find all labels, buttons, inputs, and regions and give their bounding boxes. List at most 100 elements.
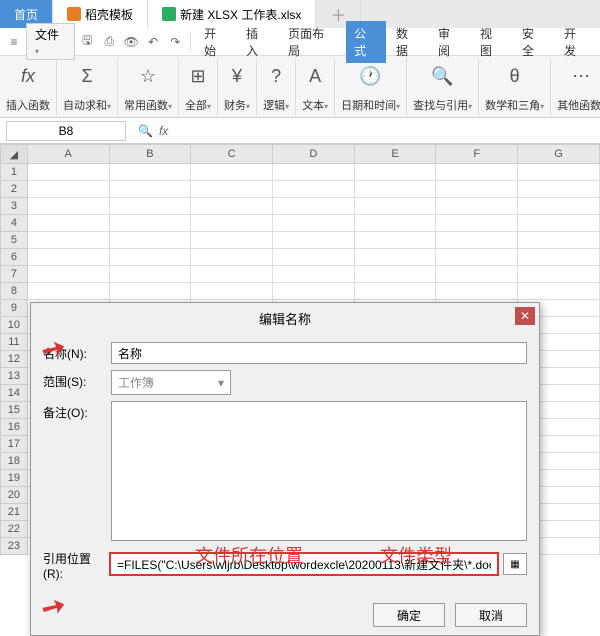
- select-all-corner[interactable]: ◢: [1, 145, 28, 164]
- row-header[interactable]: 19: [1, 470, 28, 487]
- col-header[interactable]: D: [272, 145, 354, 164]
- row-header[interactable]: 23: [1, 538, 28, 555]
- save-icon[interactable]: 🖫: [77, 32, 97, 52]
- ribbon-math[interactable]: θ数学和三角▾: [479, 58, 551, 115]
- name-label: 名称(N):: [43, 342, 105, 362]
- magnify-icon[interactable]: 🔍: [138, 124, 153, 138]
- ribbon-lookup[interactable]: 🔍查找与引用▾: [407, 58, 479, 115]
- formula-bar: 🔍 fx: [0, 118, 600, 144]
- menu-security[interactable]: 安全: [514, 21, 554, 63]
- menu-data[interactable]: 数据: [388, 21, 428, 63]
- menu-review[interactable]: 审阅: [430, 21, 470, 63]
- row-header[interactable]: 1: [1, 164, 28, 181]
- row-header[interactable]: 5: [1, 232, 28, 249]
- name-input[interactable]: [111, 342, 527, 364]
- app-menu-icon[interactable]: ≡: [4, 32, 24, 52]
- tab-template-label: 稻壳模板: [85, 6, 133, 23]
- menu-dev[interactable]: 开发: [556, 21, 596, 63]
- ribbon-logic[interactable]: ?逻辑▾: [257, 58, 296, 115]
- search-icon: 🔍: [431, 60, 453, 92]
- ribbon: fx插入函数 Σ自动求和▾ ☆常用函数▾ ⊞全部▾ ¥财务▾ ?逻辑▾ A文本▾…: [0, 56, 600, 118]
- ref-label: 引用位置(R):: [43, 547, 105, 581]
- row-header[interactable]: 4: [1, 215, 28, 232]
- star-icon: ☆: [140, 60, 156, 92]
- spreadsheet-icon: [162, 7, 176, 21]
- menu-view[interactable]: 视图: [472, 21, 512, 63]
- row-header[interactable]: 7: [1, 266, 28, 283]
- row-header[interactable]: 2: [1, 181, 28, 198]
- edit-name-dialog: 编辑名称 ✕ 名称(N): 范围(S): 工作簿 ▾ 备注(O): 引用位置(R…: [30, 302, 540, 636]
- ribbon-finance[interactable]: ¥财务▾: [218, 58, 257, 115]
- remark-textarea[interactable]: [111, 401, 527, 541]
- col-header[interactable]: E: [354, 145, 436, 164]
- clock-icon: 🕐: [359, 60, 381, 92]
- menu-start[interactable]: 开始: [196, 21, 236, 63]
- close-icon: ✕: [520, 309, 530, 323]
- row-header[interactable]: 12: [1, 351, 28, 368]
- row-header[interactable]: 21: [1, 504, 28, 521]
- fx-label[interactable]: fx: [159, 124, 168, 138]
- row-header[interactable]: 16: [1, 419, 28, 436]
- row-header[interactable]: 20: [1, 487, 28, 504]
- scope-value: 工作簿: [118, 374, 154, 391]
- file-menu[interactable]: 文件 ▾: [26, 23, 75, 60]
- col-header[interactable]: G: [518, 145, 600, 164]
- separator: [190, 33, 191, 51]
- row-header[interactable]: 10: [1, 317, 28, 334]
- dialog-titlebar[interactable]: 编辑名称 ✕: [31, 303, 539, 334]
- menu-insert[interactable]: 插入: [238, 21, 278, 63]
- undo-icon[interactable]: ↶: [143, 32, 163, 52]
- chevron-down-icon: ▾: [35, 47, 39, 56]
- col-header[interactable]: A: [27, 145, 109, 164]
- scope-label: 范围(S):: [43, 370, 105, 390]
- row-header[interactable]: 3: [1, 198, 28, 215]
- close-button[interactable]: ✕: [515, 307, 535, 325]
- ribbon-all[interactable]: ⊞全部▾: [179, 58, 218, 115]
- ribbon-insert-function[interactable]: fx插入函数: [0, 58, 57, 115]
- fx-icon: fx: [21, 60, 35, 92]
- col-header[interactable]: C: [191, 145, 273, 164]
- money-icon: ¥: [232, 60, 242, 92]
- menu-formula[interactable]: 公式: [346, 21, 386, 63]
- dialog-title-text: 编辑名称: [259, 312, 311, 327]
- question-icon: ?: [271, 60, 281, 92]
- row-header[interactable]: 17: [1, 436, 28, 453]
- sigma-icon: Σ: [81, 60, 92, 92]
- chevron-down-icon: ▾: [218, 376, 224, 390]
- grid-icon: ⊞: [190, 60, 205, 92]
- row-header[interactable]: 9: [1, 300, 28, 317]
- more-icon: ⋯: [572, 60, 590, 92]
- range-picker-icon: ▦: [510, 559, 519, 570]
- text-icon: A: [309, 60, 321, 92]
- col-header[interactable]: B: [109, 145, 191, 164]
- row-header[interactable]: 14: [1, 385, 28, 402]
- ref-input[interactable]: [109, 552, 499, 576]
- scope-select[interactable]: 工作簿 ▾: [111, 370, 231, 395]
- ribbon-other[interactable]: ⋯其他函数▾: [551, 58, 600, 115]
- ok-button[interactable]: 确定: [373, 603, 445, 627]
- row-header[interactable]: 8: [1, 283, 28, 300]
- row-header[interactable]: 13: [1, 368, 28, 385]
- menu-layout[interactable]: 页面布局: [280, 21, 344, 63]
- range-picker-button[interactable]: ▦: [503, 553, 527, 575]
- ribbon-common[interactable]: ☆常用函数▾: [118, 58, 179, 115]
- theta-icon: θ: [510, 60, 520, 92]
- ribbon-datetime[interactable]: 🕐日期和时间▾: [335, 58, 407, 115]
- ribbon-text[interactable]: A文本▾: [296, 58, 335, 115]
- cancel-button[interactable]: 取消: [455, 603, 527, 627]
- row-header[interactable]: 6: [1, 249, 28, 266]
- row-header[interactable]: 18: [1, 453, 28, 470]
- menu-bar: ≡ 文件 ▾ 🖫 ⎙ 👁 ↶ ↷ 开始 插入 页面布局 公式 数据 审阅 视图 …: [0, 28, 600, 56]
- print-icon[interactable]: ⎙: [99, 32, 119, 52]
- ribbon-autosum[interactable]: Σ自动求和▾: [57, 58, 118, 115]
- spreadsheet-area: ◢ A B C D E F G 1 2 3 4 5 6 7 8 9 10 11 …: [0, 144, 600, 555]
- row-header[interactable]: 15: [1, 402, 28, 419]
- redo-icon[interactable]: ↷: [165, 32, 185, 52]
- preview-icon[interactable]: 👁: [121, 32, 141, 52]
- remark-label: 备注(O):: [43, 401, 105, 421]
- col-header[interactable]: F: [436, 145, 518, 164]
- fire-icon: [67, 7, 81, 21]
- row-header[interactable]: 11: [1, 334, 28, 351]
- row-header[interactable]: 22: [1, 521, 28, 538]
- name-box[interactable]: [6, 121, 126, 141]
